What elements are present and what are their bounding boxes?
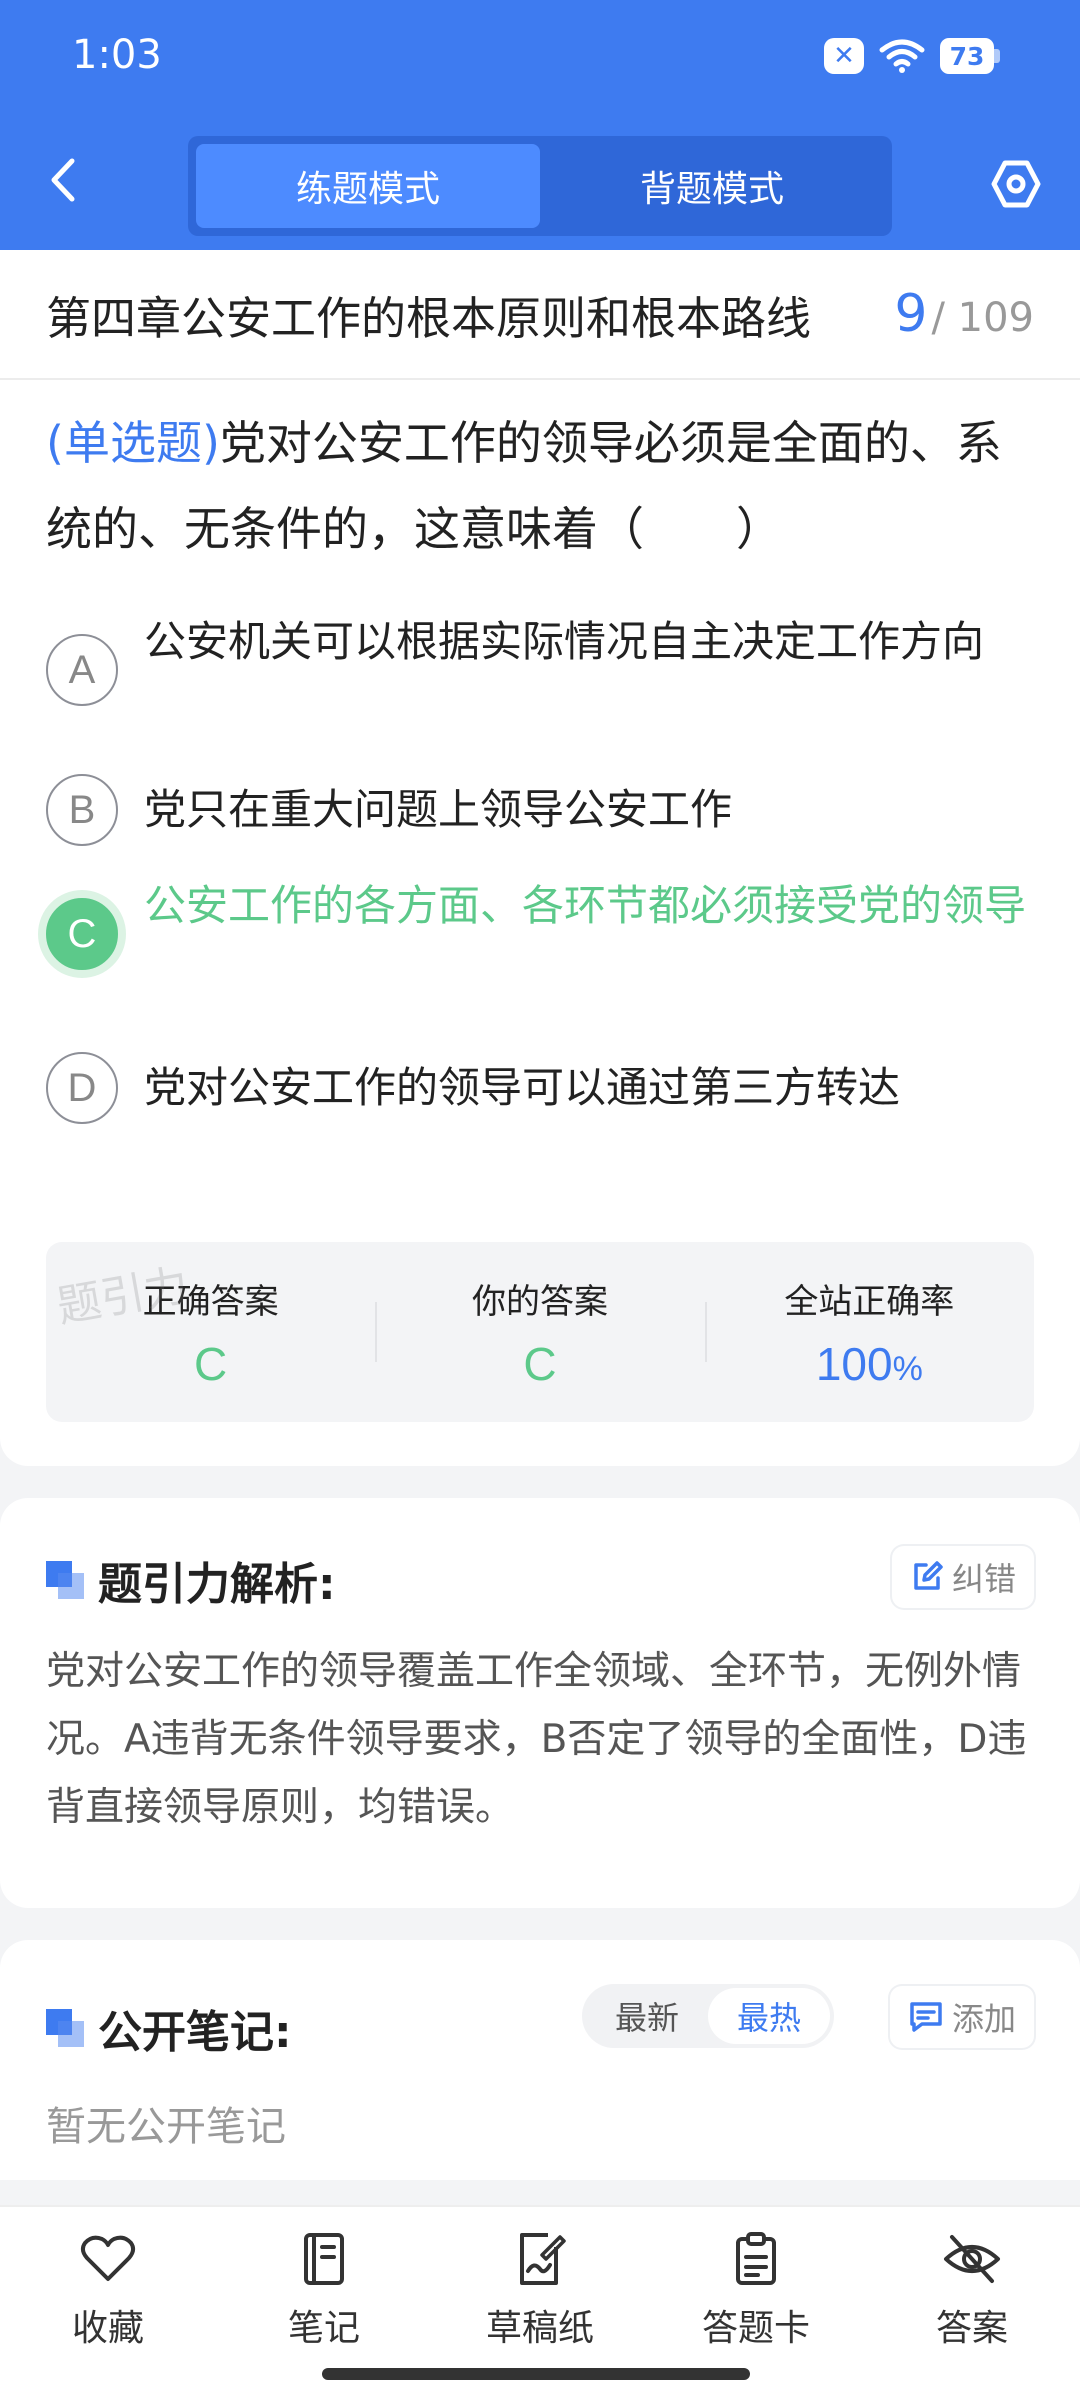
option-b[interactable]: B 党只在重大问题上领导公安工作	[0, 760, 1080, 860]
heart-icon	[78, 2229, 138, 2289]
battery-level: 73	[940, 38, 994, 74]
settings-hex-icon	[991, 160, 1041, 208]
favorite-button[interactable]: 收藏	[0, 2207, 216, 2400]
current-question-number: 9	[894, 284, 928, 344]
section-square-icon	[46, 2009, 84, 2047]
add-note-label: 添加	[951, 2000, 1016, 2038]
battery-icon: 73	[940, 38, 1000, 74]
option-text: 公安工作的各方面、各环节都必须接受党的领导	[144, 881, 1027, 930]
question-type: (单选题)	[46, 416, 220, 470]
section-square-icon	[46, 1561, 84, 1599]
option-letter: B	[46, 774, 118, 846]
option-letter: C	[46, 898, 118, 970]
settings-button[interactable]	[988, 156, 1044, 212]
chevron-left-icon	[51, 158, 75, 202]
status-icons: ✕ 73	[824, 38, 1000, 74]
analysis-card: 题引力解析: 纠错 党对公安工作的领导覆盖工作全领域、全环节，无例外情况。A违背…	[0, 1498, 1080, 1908]
wifi-icon	[879, 39, 925, 73]
mode-switch: 练题模式 背题模式	[188, 136, 892, 236]
notes-empty-text: 暂无公开笔记	[46, 2104, 286, 2150]
notes-card: 公开笔记: 最新 最热 添加 暂无公开笔记	[0, 1940, 1080, 2180]
notes-header: 公开笔记:	[46, 1996, 292, 2060]
notebook-icon	[294, 2229, 354, 2289]
question-stem: (单选题)党对公安工作的领导必须是全面的、系统的、无条件的，这意味着（ ）	[0, 380, 1080, 572]
question-card: 第四章公安工作的根本原则和根本路线 9/ 109 (单选题)党对公安工作的领导必…	[0, 250, 1080, 1466]
show-answer-button[interactable]: 答案	[864, 2207, 1080, 2400]
notes-label: 笔记	[287, 2308, 360, 2349]
report-error-label: 纠错	[951, 1560, 1016, 1598]
notes-sort-toggle: 最新 最热	[582, 1984, 834, 2048]
total-questions: / 109	[931, 295, 1034, 341]
option-text: 党只在重大问题上领导公安工作	[144, 785, 733, 834]
your-answer-label: 你的答案	[471, 1281, 608, 1322]
clipboard-icon	[726, 2229, 786, 2289]
your-answer-value: C	[523, 1337, 557, 1390]
option-letter: A	[46, 634, 118, 706]
tab-recite-mode[interactable]: 背题模式	[540, 144, 884, 228]
site-accuracy-label: 全站正确率	[784, 1281, 955, 1322]
sort-newest[interactable]: 最新	[586, 1988, 708, 2044]
accuracy-unit: %	[892, 1349, 923, 1388]
notes-title: 公开笔记:	[98, 2007, 292, 2058]
app-header: 1:03 ✕ 73 练题模式 背题模式	[0, 0, 1080, 250]
report-error-button[interactable]: 纠错	[891, 1546, 1034, 1608]
add-note-button[interactable]: 添加	[889, 1986, 1034, 2048]
tab-practice-mode[interactable]: 练题模式	[196, 144, 540, 228]
correct-answer-value: C	[194, 1337, 228, 1390]
site-accuracy: 全站正确率 100%	[704, 1242, 1034, 1422]
chapter-bar: 第四章公安工作的根本原则和根本路线 9/ 109	[0, 250, 1080, 380]
show-answer-label: 答案	[935, 2308, 1008, 2349]
chapter-title: 第四章公安工作的根本原则和根本路线	[46, 291, 812, 345]
home-indicator	[322, 2368, 750, 2380]
option-d[interactable]: D 党对公安工作的领导可以通过第三方转达	[0, 1038, 1080, 1138]
draft-icon	[510, 2229, 570, 2289]
edit-icon	[914, 1561, 943, 1590]
sort-hottest[interactable]: 最热	[708, 1988, 830, 2044]
option-text: 公安机关可以根据实际情况自主决定工作方向	[144, 617, 985, 666]
analysis-text: 党对公安工作的领导覆盖工作全领域、全环节，无例外情况。A违背无条件领导要求，B否…	[46, 1649, 1027, 1830]
answer-stats: 正确答案 C 你的答案 C 全站正确率 100%	[46, 1242, 1034, 1422]
your-answer: 你的答案 C	[375, 1242, 704, 1422]
x-icon: ✕	[824, 38, 864, 74]
eye-off-icon	[942, 2229, 1002, 2289]
site-accuracy-value: 100%	[816, 1337, 923, 1391]
favorite-label: 收藏	[71, 2308, 144, 2349]
option-a[interactable]: A 公安机关可以根据实际情况自主决定工作方向	[0, 617, 1080, 720]
draft-label: 草稿纸	[485, 2308, 594, 2349]
accuracy-number: 100	[815, 1337, 893, 1390]
answer-sheet-label: 答题卡	[701, 2308, 810, 2349]
question-progress: 9/ 109	[894, 284, 1034, 344]
option-text: 党对公安工作的领导可以通过第三方转达	[144, 1063, 901, 1112]
comment-icon	[910, 2002, 942, 2032]
option-letter: D	[46, 1052, 118, 1124]
status-time: 1:03	[72, 32, 162, 78]
option-c[interactable]: C 公安工作的各方面、各环节都必须接受党的领导	[0, 881, 1080, 984]
analysis-title: 题引力解析:	[98, 1559, 336, 1610]
back-button[interactable]	[38, 150, 88, 210]
analysis-header: 题引力解析:	[46, 1548, 336, 1612]
